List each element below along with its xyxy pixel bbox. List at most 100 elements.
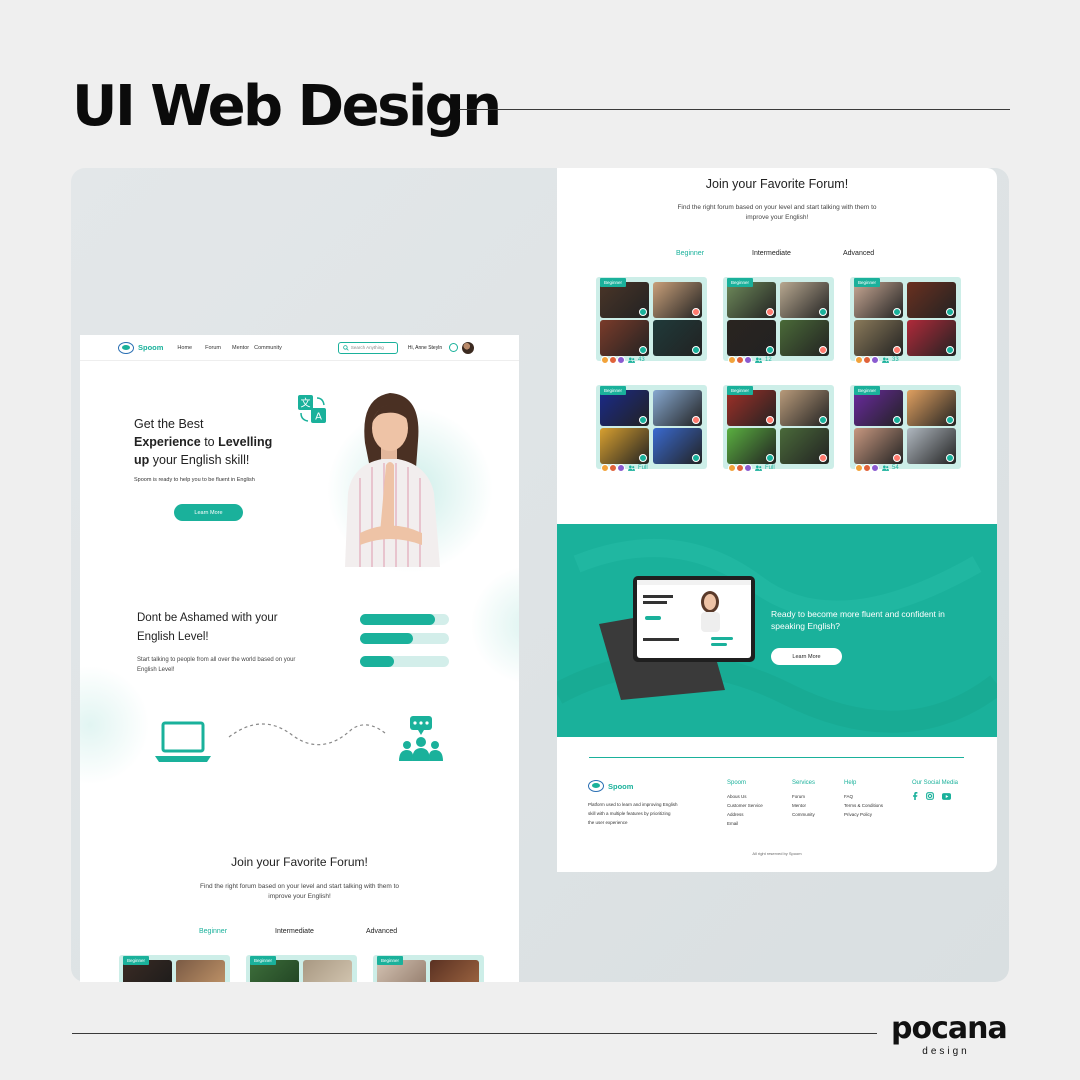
footer-description: Platform used to learn and improving Eng… <box>588 802 678 825</box>
forum-card-footer: 43 <box>601 356 645 364</box>
cta-learn-more-button[interactable]: Learn More <box>771 648 842 665</box>
member-avatar <box>871 464 879 472</box>
member-count: Full <box>765 465 775 471</box>
member-avatar <box>736 356 744 364</box>
decor-glow-left <box>80 665 150 785</box>
members-icon <box>882 357 889 363</box>
tab-beginner[interactable]: Beginner <box>199 928 227 935</box>
forum-member-thumb <box>907 320 956 356</box>
forum-card[interactable]: Beginner <box>723 385 834 469</box>
landing-page-right: Join your Favorite Forum! Find the right… <box>557 168 997 872</box>
spoom-logo-icon <box>118 341 134 354</box>
nav-link-home[interactable]: Home <box>177 345 192 351</box>
forum-card-preview-2[interactable]: Beginner <box>246 955 357 982</box>
footer-link-faq[interactable]: FAQ <box>844 792 883 801</box>
tab-intermediate[interactable]: Intermediate <box>275 928 314 935</box>
facebook-icon[interactable] <box>912 792 918 800</box>
member-avatar <box>736 464 744 472</box>
forum-thumb <box>176 960 225 982</box>
level-bar-1-fill <box>360 614 435 625</box>
tab-beginner[interactable]: Beginner <box>676 250 704 257</box>
tab-intermediate[interactable]: Intermediate <box>752 250 791 257</box>
forum-member-thumb <box>854 390 903 426</box>
footer-link-address[interactable]: Address <box>727 810 763 819</box>
member-avatar <box>855 464 863 472</box>
forum-member-thumb <box>907 428 956 464</box>
footer-link-about[interactable]: Abous Us <box>727 792 763 801</box>
forum-member-thumb <box>727 390 776 426</box>
forum-card[interactable]: Beginner <box>596 277 707 361</box>
forum-card-preview-3[interactable]: Beginner <box>373 955 484 982</box>
nav-link-community[interactable]: Community <box>254 345 282 351</box>
members-icon <box>755 465 762 471</box>
member-avatar <box>609 356 617 364</box>
footer-col-services: Services Forum Mentor Community <box>792 780 816 819</box>
forum-member-thumb <box>727 282 776 318</box>
forum-member-thumb <box>780 428 829 464</box>
member-avatar <box>617 356 625 364</box>
connection-dashed-line <box>228 723 386 746</box>
navbar: Spoom Home Forum Mentor Community Search… <box>80 335 519 361</box>
footer-logo[interactable]: Spoom <box>588 780 633 792</box>
landing-page-left: Spoom Home Forum Mentor Community Search… <box>80 335 519 982</box>
instagram-icon[interactable] <box>926 792 934 800</box>
page-title: UI Web Design <box>72 74 502 139</box>
laptop-icon <box>155 721 211 762</box>
forum-card-badge: Beginner <box>727 278 754 287</box>
forum-card-footer: Full <box>601 464 648 472</box>
forum-member-thumb <box>854 428 903 464</box>
forum-subtitle: Find the right forum based on your level… <box>199 883 400 900</box>
level-bar-2-fill <box>360 633 413 644</box>
forum-card[interactable]: Beginner <box>850 385 961 469</box>
member-avatar <box>728 464 736 472</box>
footer-col-social: Our Social Media <box>912 780 958 800</box>
hero-subtitle: Spoom is ready to help you to be fluent … <box>134 477 255 483</box>
forum-card[interactable]: Beginner <box>723 277 834 361</box>
member-avatar <box>609 464 617 472</box>
translate-icon: 文 A <box>298 395 326 423</box>
member-count: 33 <box>892 357 899 363</box>
tab-advanced[interactable]: Advanced <box>366 928 397 935</box>
nav-link-mentor[interactable]: Mentor <box>232 345 249 351</box>
footer-link-forum[interactable]: Forum <box>792 792 815 801</box>
member-avatar <box>728 356 736 364</box>
nav-link-forum[interactable]: Forum <box>205 345 221 351</box>
member-avatar <box>601 356 609 364</box>
member-avatar <box>863 464 871 472</box>
forum-card-badge: Beginner <box>854 278 881 287</box>
nav-logo[interactable]: Spoom <box>118 341 163 354</box>
section2-heading: Dont be Ashamed with your English Level! <box>137 612 278 643</box>
members-icon <box>882 465 889 471</box>
member-avatar <box>744 464 752 472</box>
search-input[interactable]: Search Anything <box>337 341 398 354</box>
footer-copyright: All right reserved by Spoom <box>752 851 802 856</box>
forum-card-badge: Beginner <box>600 386 627 395</box>
forum-member-thumb <box>600 428 649 464</box>
level-bar-3-fill <box>360 656 394 667</box>
forum-card-preview-1[interactable]: Beginner <box>119 955 230 982</box>
level-bar-2 <box>360 633 449 644</box>
footer-link-privacy[interactable]: Privacy Policy <box>844 810 883 819</box>
member-avatar <box>601 464 609 472</box>
footer-link-community[interactable]: Community <box>792 810 815 819</box>
youtube-icon[interactable] <box>942 792 951 800</box>
cta-section: Ready to become more fluent and confiden… <box>557 524 997 737</box>
member-avatar <box>617 464 625 472</box>
footer-link-customer-service[interactable]: Customer Service <box>727 801 763 810</box>
tab-advanced[interactable]: Advanced <box>843 250 874 257</box>
decor-glow-right <box>470 565 519 685</box>
forum-thumb <box>430 960 479 982</box>
forum-card[interactable]: Beginner <box>596 385 707 469</box>
forum-member-thumb <box>854 282 903 318</box>
forum-member-thumb <box>780 282 829 318</box>
notification-icon[interactable] <box>449 343 459 352</box>
member-count: 12 <box>765 357 772 363</box>
footer-link-terms[interactable]: Terms & Conditions <box>844 801 883 810</box>
member-count: 54 <box>892 465 899 471</box>
learn-more-button[interactable]: Learn More <box>174 504 243 521</box>
forum-card[interactable]: Beginner <box>850 277 961 361</box>
footer-link-email[interactable]: Email <box>727 819 763 828</box>
footer-divider <box>589 757 964 758</box>
avatar[interactable] <box>462 341 475 354</box>
footer-link-mentor[interactable]: Mentor <box>792 801 815 810</box>
